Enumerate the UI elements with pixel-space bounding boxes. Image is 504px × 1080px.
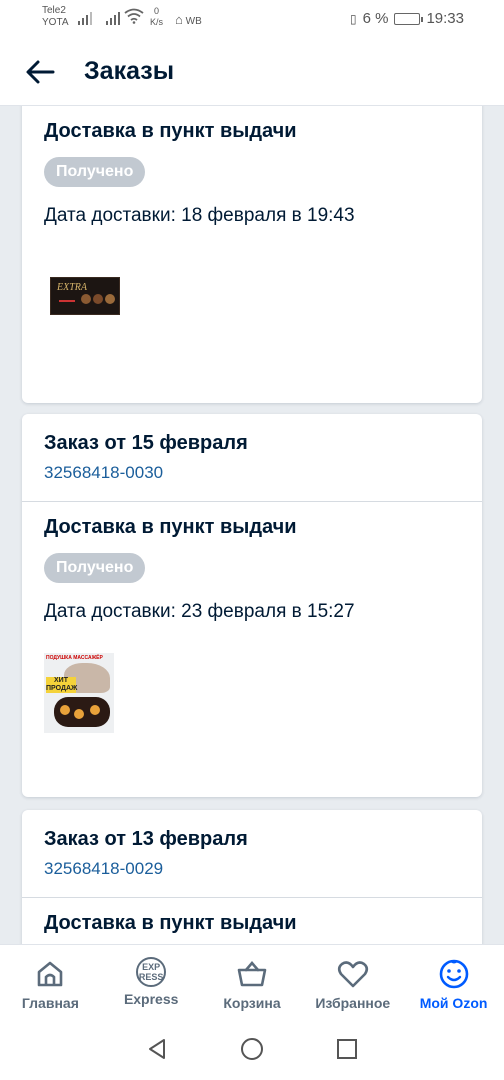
nav-home[interactable]: Главная — [2, 945, 98, 1011]
nav-favorites[interactable]: Избранное — [305, 945, 401, 1011]
carrier-2: YOTA — [42, 17, 69, 28]
delivery-date: Дата доставки: 23 февраля в 15:27 — [44, 601, 355, 622]
page-title: Заказы — [84, 57, 175, 85]
app-header: Заказы — [0, 38, 504, 106]
vibrate-icon: ▯ — [349, 11, 357, 26]
clock: 19:33 — [426, 10, 464, 27]
nav-label: Главная — [21, 995, 79, 1011]
signal-icon — [78, 9, 92, 25]
system-recents-button[interactable] — [335, 1037, 359, 1066]
order-card[interactable]: Заказ от 13 февраля 32568418-0029 Достав… — [22, 810, 482, 944]
system-home-button[interactable] — [239, 1036, 265, 1067]
nav-my-ozon[interactable]: Мой Ozon — [406, 945, 502, 1011]
system-navigation — [0, 1022, 504, 1080]
nav-label: Корзина — [223, 995, 281, 1011]
shipment-title: Доставка в пункт выдачи — [44, 120, 297, 142]
express-icon: EXP RESS — [136, 957, 167, 987]
order-number-link[interactable]: 32568418-0030 — [44, 463, 460, 483]
status-badge: Получено — [44, 157, 146, 187]
status-bar: Tele2 YOTA 0 K/s ⌂ WB ▯ 6 % 19:33 — [0, 0, 504, 38]
thumb-hit-badge: ХИТ ПРОДАЖ — [46, 677, 78, 693]
battery-icon — [394, 12, 424, 25]
nav-cart[interactable]: Корзина — [204, 945, 300, 1011]
shipment-title: Доставка в пункт выдачи — [44, 912, 297, 934]
status-right: ▯ 6 % 19:33 — [350, 10, 464, 27]
lock-icon: ⌂ — [175, 12, 183, 27]
order-title: Заказ от 13 февраля — [44, 828, 248, 850]
order-title: Заказ от 15 февраля — [44, 432, 248, 454]
delivery-date: Дата доставки: 18 февраля в 19:43 — [44, 205, 355, 226]
square-recents-icon — [337, 1038, 357, 1059]
home-icon — [33, 957, 67, 991]
shipment-block[interactable]: Доставка в пункт выдачи — [22, 898, 482, 935]
net-speed: 0 K/s — [150, 6, 163, 28]
thumb-top-text: ПОДУШКА МАССАЖЁР — [46, 655, 103, 661]
heart-icon — [336, 957, 370, 991]
orders-list[interactable]: Доставка в пункт выдачи Получено Дата до… — [0, 106, 504, 944]
basket-icon — [235, 957, 269, 991]
order-card[interactable]: Доставка в пункт выдачи Получено Дата до… — [22, 106, 482, 403]
order-header[interactable]: Заказ от 13 февраля 32568418-0029 — [22, 810, 482, 898]
battery-percent: 6 % — [362, 10, 389, 27]
express-icon-text-bottom: RESS — [138, 972, 164, 982]
product-thumbnail[interactable]: EXTRA — [44, 257, 120, 337]
nav-label: Express — [123, 991, 179, 1007]
triangle-back-icon — [149, 1038, 165, 1059]
order-header[interactable]: Заказ от 15 февраля 32568418-0030 — [22, 414, 482, 502]
order-card[interactable]: Заказ от 15 февраля 32568418-0030 Достав… — [22, 414, 482, 797]
shipment-block[interactable]: Доставка в пункт выдачи Получено Дата до… — [22, 502, 482, 733]
back-button[interactable] — [20, 52, 60, 92]
carrier-1: Tele2 — [42, 5, 66, 16]
thumb-brand-text: EXTRA — [57, 282, 87, 293]
arrow-left-icon — [26, 60, 55, 83]
smile-icon — [437, 957, 471, 991]
vpn-indicator: ⌂ WB — [175, 12, 202, 27]
product-thumbnail[interactable]: ПОДУШКА МАССАЖЁР ХИТ ПРОДАЖ — [44, 653, 114, 733]
system-back-button[interactable] — [145, 1037, 169, 1066]
wifi-icon — [124, 8, 144, 27]
bottom-navigation: Главная EXP RESS Express Корзина Избранн… — [0, 944, 504, 1022]
order-number-link[interactable]: 32568418-0029 — [44, 859, 460, 879]
nav-label: Мой Ozon — [419, 995, 488, 1011]
carrier-names: Tele2 YOTA — [42, 5, 68, 29]
nav-label: Избранное — [315, 995, 391, 1011]
express-icon-text-top: EXP — [142, 962, 161, 972]
speed-unit: K/s — [150, 17, 164, 27]
circle-home-icon — [241, 1037, 263, 1060]
status-badge: Получено — [44, 553, 146, 583]
speed-value: 0 — [154, 6, 160, 16]
shipment-title: Доставка в пункт выдачи — [44, 516, 297, 538]
signal-2-icon — [106, 9, 120, 25]
shipment-block[interactable]: Доставка в пункт выдачи Получено Дата до… — [22, 106, 482, 337]
nav-express[interactable]: EXP RESS Express — [103, 945, 199, 1007]
vpn-label: WB — [185, 16, 202, 27]
